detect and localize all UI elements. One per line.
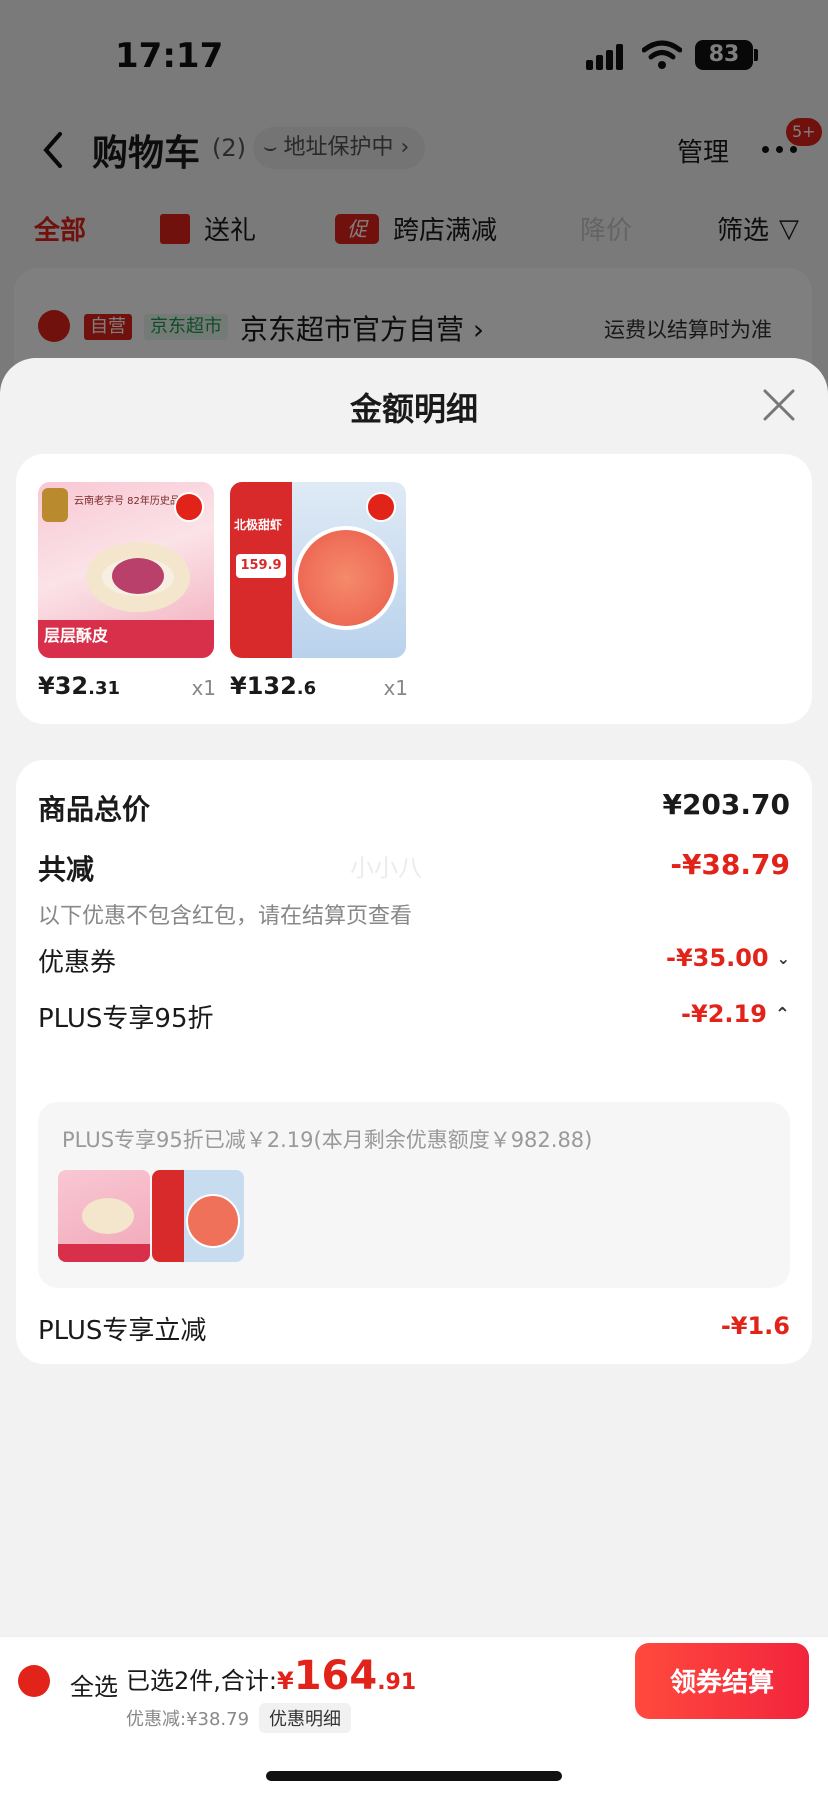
checkout-button[interactable]: 领券结算 — [635, 1643, 809, 1719]
price-detail-card: 商品总价 ¥203.70 小小八 共减 -¥38.79 以下优惠不包含红包，请在… — [16, 760, 812, 1364]
thumb-shrimp — [152, 1170, 244, 1262]
total-label: 商品总价 — [38, 793, 151, 826]
plus95-row-toggle[interactable]: -¥2.19 ⌃ — [681, 1000, 790, 1028]
close-icon[interactable] — [762, 388, 796, 422]
product-price: ¥32.31 — [38, 672, 120, 700]
product-quantity: x1 — [383, 676, 408, 700]
product-image-price-tag: 159.9 — [236, 554, 286, 578]
product-image-caption: 北极甜虾 — [234, 518, 283, 532]
watermark: 小小八 — [350, 854, 422, 882]
product-check-icon[interactable] — [174, 492, 204, 522]
select-all-check-icon[interactable] — [18, 1665, 50, 1697]
product-check-icon[interactable] — [366, 492, 396, 522]
product-price: ¥132.6 — [230, 672, 316, 700]
products-card: 云南老字号 82年历史品牌 层层酥皮 ¥32.31 x1 北极甜虾 159.9 … — [16, 454, 812, 724]
price-integer: ¥132 — [230, 672, 297, 700]
shrimp-plate-shape — [294, 526, 398, 630]
sheet-title: 金额明细 — [349, 390, 478, 428]
product-item[interactable]: 北极甜虾 159.9 ¥132.6 x1 — [230, 482, 408, 700]
discount-summary-text: 优惠减:¥38.79 — [126, 1709, 250, 1730]
total-yen: ¥ — [276, 1667, 294, 1695]
plus95-value: -¥2.19 — [681, 1000, 767, 1028]
total-decimal: .91 — [377, 1670, 417, 1695]
coupon-value: -¥35.00 — [666, 944, 769, 972]
discount-value: -¥38.79 — [670, 848, 790, 881]
cake-filling-shape — [112, 558, 164, 594]
brand-logo — [42, 488, 68, 522]
product-image-flower-cake: 云南老字号 82年历史品牌 层层酥皮 — [38, 482, 214, 658]
discount-summary: 优惠减:¥38.79 优惠明细 — [126, 1703, 352, 1733]
thumb-flower-cake — [58, 1170, 150, 1262]
price-decimal: .6 — [296, 678, 317, 699]
chevron-down-icon: ⌄ — [776, 948, 790, 968]
dim-overlay[interactable] — [0, 0, 828, 420]
selected-count-text: 已选2件,合计: — [126, 1667, 277, 1695]
coupon-row-toggle[interactable]: -¥35.00 ⌄ — [666, 944, 790, 972]
amount-detail-sheet: 金额明细 云南老字号 82年历史品牌 层层酥皮 ¥32.31 x1 北极甜虾 1… — [0, 358, 828, 1794]
plus-instant-value: -¥1.6 — [720, 1312, 790, 1340]
checkout-bar: 全选 已选2件,合计: ¥ 164 .91 优惠减:¥38.79 优惠明细 领券… — [0, 1636, 828, 1794]
thumb-red-panel — [152, 1170, 184, 1262]
product-image-caption: 云南老字号 82年历史品牌 — [74, 496, 190, 507]
product-quantity: x1 — [191, 676, 216, 700]
coupon-label: 优惠券 — [38, 948, 117, 978]
discount-note: 以下优惠不包含红包，请在结算页查看 — [38, 904, 413, 929]
discount-detail-button[interactable]: 优惠明细 — [259, 1703, 352, 1733]
discount-label: 共减 — [38, 853, 95, 886]
chevron-up-icon: ⌃ — [774, 1003, 790, 1025]
total-value: ¥203.70 — [662, 788, 790, 821]
select-all-label[interactable]: 全选 — [70, 1667, 118, 1702]
thumb-plate-shape — [186, 1194, 240, 1248]
price-integer: ¥32 — [38, 672, 89, 700]
total-summary: 已选2件,合计: ¥ 164 .91 — [126, 1653, 416, 1699]
home-indicator — [266, 1771, 562, 1781]
product-item[interactable]: 云南老字号 82年历史品牌 层层酥皮 ¥32.31 x1 — [38, 482, 216, 700]
plus95-detail-box: PLUS专享95折已减￥2.19(本月剩余优惠额度￥982.88) — [38, 1102, 790, 1288]
total-integer: 164 — [293, 1653, 378, 1699]
plus95-label: PLUS专享95折 — [38, 1004, 214, 1034]
plus-instant-label: PLUS专享立减 — [38, 1316, 207, 1346]
product-image-banner: 层层酥皮 — [38, 620, 214, 658]
plus95-note: PLUS专享95折已减￥2.19(本月剩余优惠额度￥982.88) — [62, 1128, 593, 1152]
price-decimal: .31 — [88, 678, 120, 699]
thumb-banner — [58, 1244, 150, 1262]
thumb-cake-shape — [82, 1198, 134, 1234]
product-image-shrimp: 北极甜虾 159.9 — [230, 482, 406, 658]
